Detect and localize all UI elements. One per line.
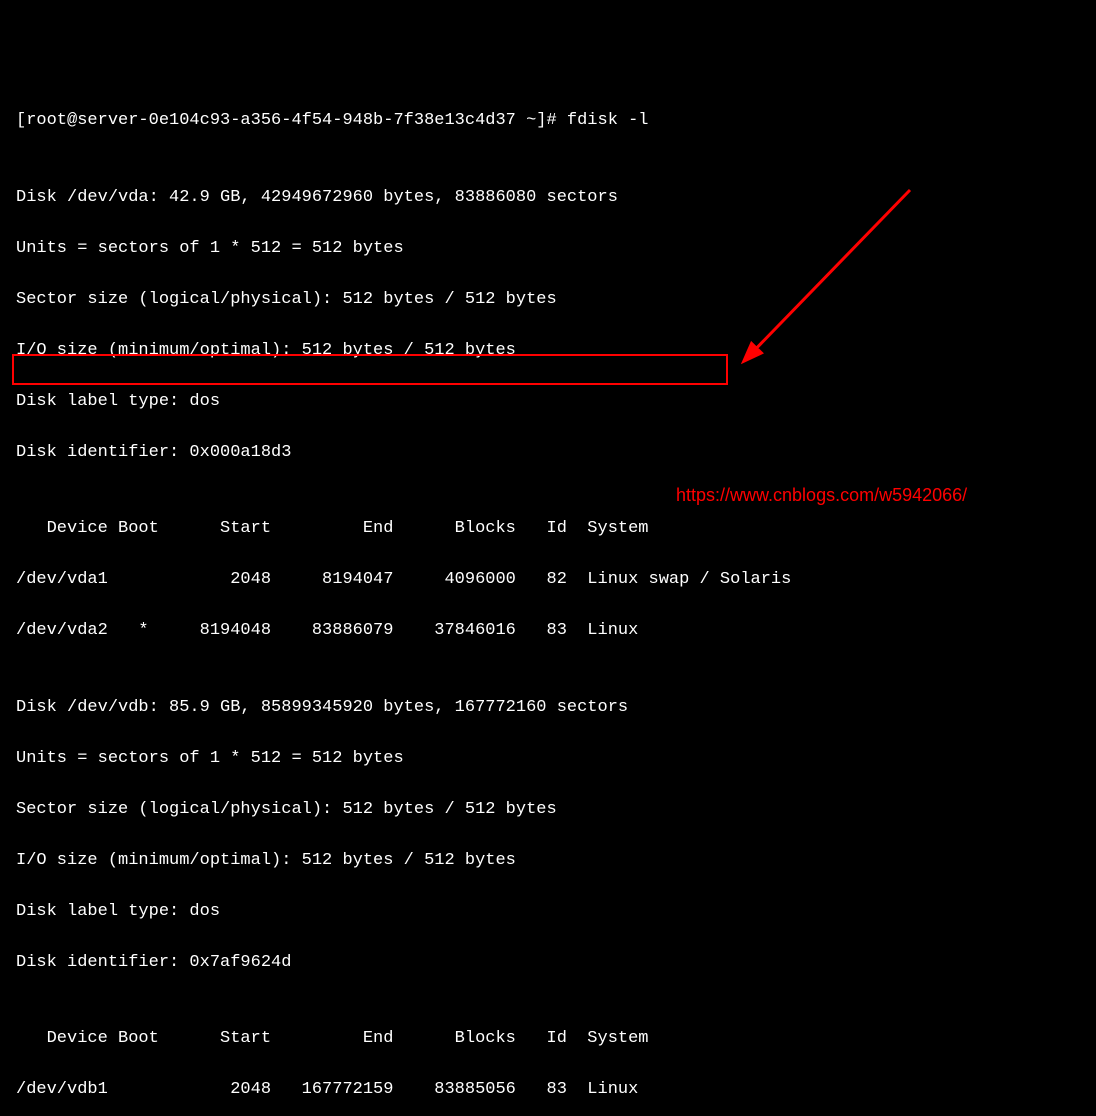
vdb-identifier: Disk identifier: 0x7af9624d bbox=[16, 950, 1096, 976]
vdb-label-type: Disk label type: dos bbox=[16, 899, 1096, 925]
vda-identifier: Disk identifier: 0x000a18d3 bbox=[16, 440, 1096, 466]
vdb-table-header: Device Boot Start End Blocks Id System bbox=[16, 1026, 1096, 1052]
vda-header: Disk /dev/vda: 42.9 GB, 42949672960 byte… bbox=[16, 185, 1096, 211]
vda-table-header: Device Boot Start End Blocks Id System bbox=[16, 516, 1096, 542]
vdb-header: Disk /dev/vdb: 85.9 GB, 85899345920 byte… bbox=[16, 695, 1096, 721]
vda-label-type: Disk label type: dos bbox=[16, 389, 1096, 415]
prompt-line[interactable]: [root@server-0e104c93-a356-4f54-948b-7f3… bbox=[16, 108, 1096, 134]
vda-io-size: I/O size (minimum/optimal): 512 bytes / … bbox=[16, 338, 1096, 364]
vdb-units: Units = sectors of 1 * 512 = 512 bytes bbox=[16, 746, 1096, 772]
vda-partition-row: /dev/vda2 * 8194048 83886079 37846016 83… bbox=[16, 618, 1096, 644]
annotation-arrow-icon bbox=[0, 0, 1096, 558]
vdb-io-size: I/O size (minimum/optimal): 512 bytes / … bbox=[16, 848, 1096, 874]
vdb-partition-row: /dev/vdb1 2048 167772159 83885056 83 Lin… bbox=[16, 1077, 1096, 1103]
watermark-text: https://www.cnblogs.com/w5942066/ bbox=[676, 482, 967, 509]
vda-partition-row: /dev/vda1 2048 8194047 4096000 82 Linux … bbox=[16, 567, 1096, 593]
vdb-sector-size: Sector size (logical/physical): 512 byte… bbox=[16, 797, 1096, 823]
vda-units: Units = sectors of 1 * 512 = 512 bytes bbox=[16, 236, 1096, 262]
vda-sector-size: Sector size (logical/physical): 512 byte… bbox=[16, 287, 1096, 313]
